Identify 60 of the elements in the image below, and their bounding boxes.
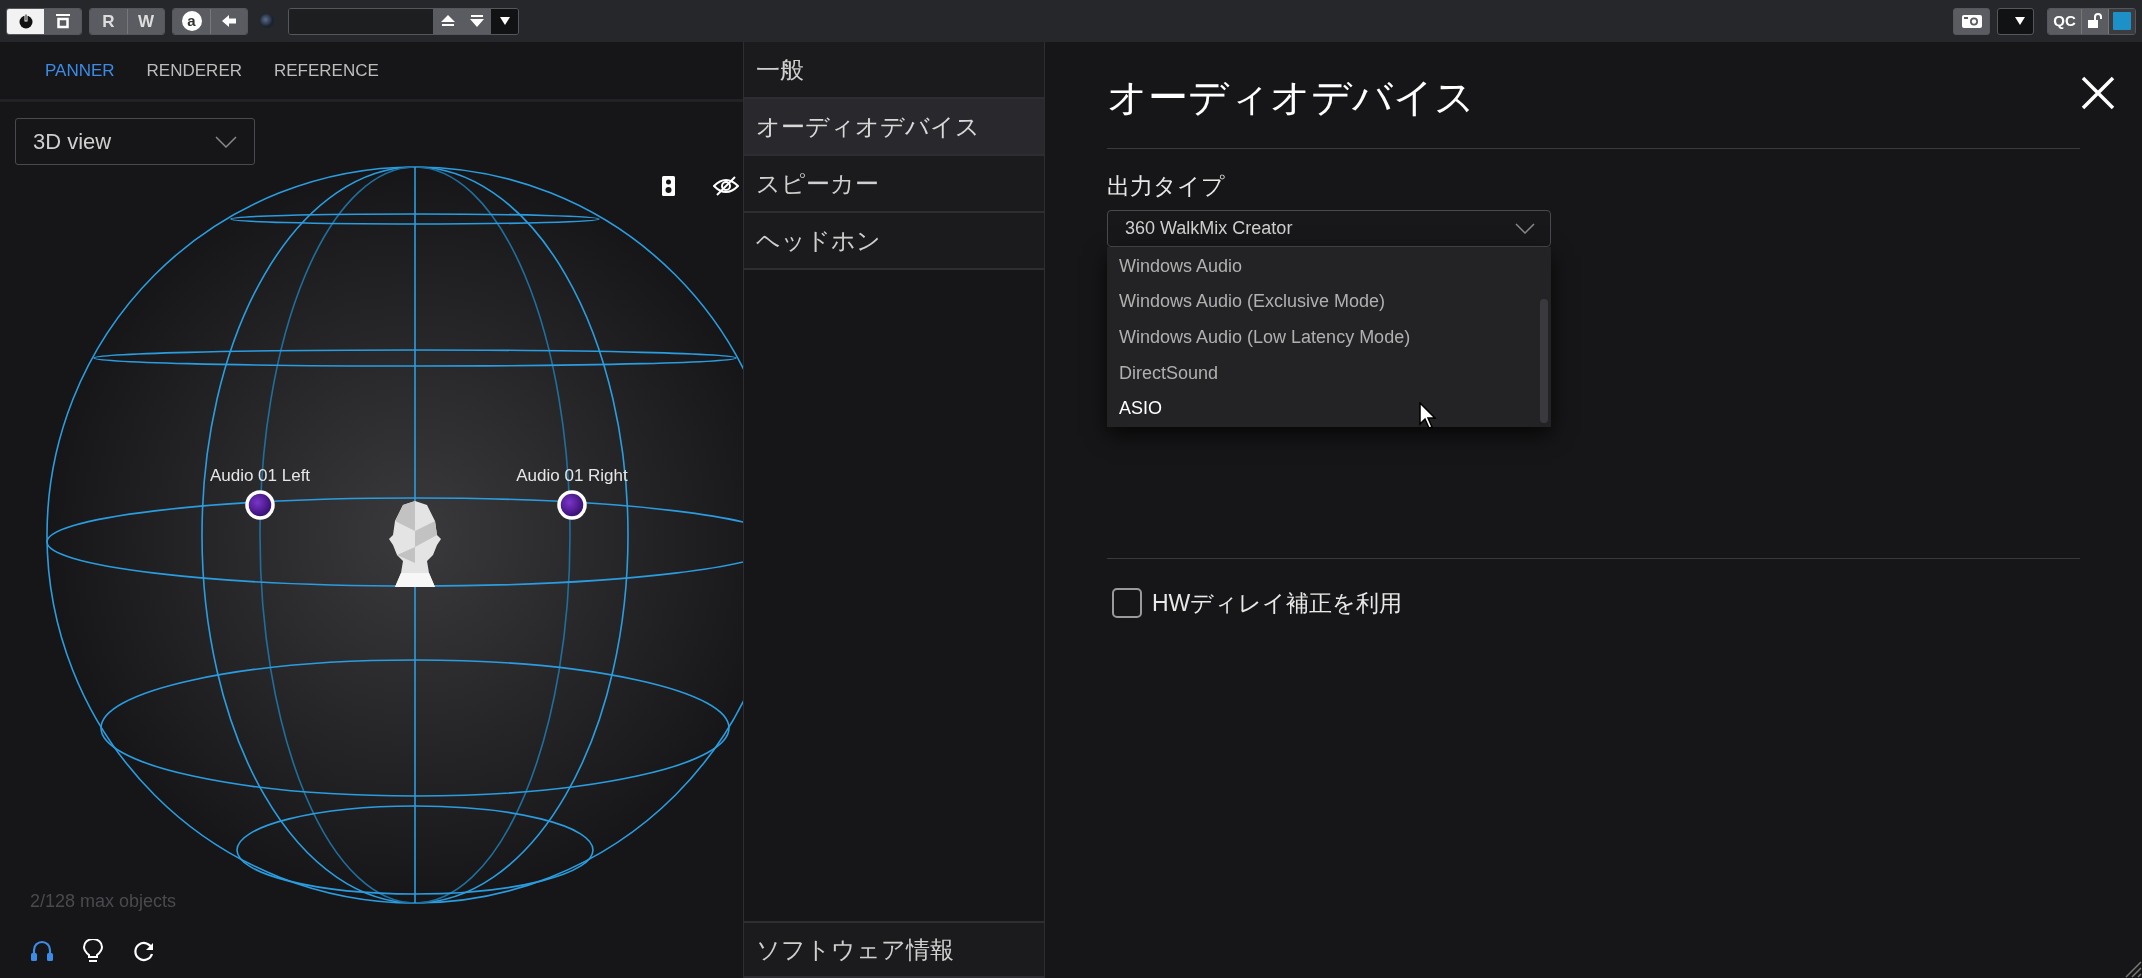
refresh-icon[interactable] [133, 940, 155, 962]
dropdown-option[interactable]: Windows Audio (Low Latency Mode) [1119, 319, 1551, 356]
left-arrow-icon [222, 15, 236, 27]
monitor-button[interactable] [44, 8, 81, 34]
preset-field[interactable] [289, 8, 433, 34]
panner-tab[interactable]: PANNER [45, 57, 115, 84]
color-button[interactable] [2108, 8, 2135, 34]
mouse-cursor-icon [1419, 402, 1439, 430]
camera-icon [1961, 14, 1982, 28]
next-preset-button[interactable] [462, 8, 491, 34]
scrollbar-thumb[interactable] [1540, 298, 1548, 423]
audio-object-marker[interactable] [556, 489, 588, 521]
unlocked-padlock-icon [2088, 13, 2102, 29]
arrow-button[interactable] [210, 8, 247, 34]
chevron-down-icon [215, 135, 237, 148]
lightbulb-icon[interactable] [83, 939, 103, 963]
lock-button[interactable] [2081, 8, 2108, 34]
chevron-down-icon [1515, 222, 1535, 234]
toolbar-button[interactable]: R [90, 8, 127, 34]
dropdown-option[interactable]: ASIO [1119, 390, 1551, 427]
up-arrow-icon [439, 14, 456, 28]
checkbox-label: HWディレイ補正を利用 [1152, 588, 1403, 618]
preset-selector[interactable] [288, 7, 519, 35]
led-indicator-icon [259, 13, 275, 29]
power-button[interactable] [7, 8, 44, 34]
panner-tab[interactable]: RENDERER [146, 57, 242, 84]
preset-menu-button[interactable] [491, 8, 518, 34]
down-arrow-icon [468, 14, 485, 28]
dropdown-option[interactable]: DirectSound [1119, 355, 1551, 391]
automation-label: a [181, 11, 202, 31]
caret-icon [2015, 17, 2025, 25]
hidden-eye-icon[interactable] [713, 175, 739, 197]
close-icon[interactable] [2081, 76, 2115, 110]
snapshot-button[interactable] [1953, 7, 1990, 35]
settings-nav-item[interactable]: ソフトウェア情報 [744, 921, 1044, 978]
dropdown-option[interactable]: Windows Audio (Exclusive Mode) [1119, 284, 1551, 320]
caret-icon [499, 17, 510, 25]
settings-nav-item[interactable]: ヘッドホン [744, 213, 1044, 270]
field-label: 出力タイプ [1107, 172, 1226, 201]
settings-nav-item[interactable]: 一般 [744, 42, 1044, 99]
panner-tab[interactable]: REFERENCE [274, 57, 379, 84]
page-title: オーディオデバイス [1107, 74, 1476, 121]
hw-delay-checkbox[interactable] [1112, 587, 1142, 618]
settings-nav-item[interactable]: オーディオデバイス [744, 99, 1044, 156]
speaker-icon[interactable] [662, 176, 675, 196]
color-swatch-icon [2113, 12, 2131, 30]
view-select[interactable]: 3D view [15, 118, 255, 165]
previous-preset-button[interactable] [433, 8, 462, 34]
power-icon [17, 13, 34, 29]
output-type-select[interactable]: 360 WalkMix Creator [1107, 209, 1551, 247]
toolbar-button[interactable]: W [127, 8, 164, 34]
options-dropdown[interactable] [1997, 7, 2034, 35]
monitor-icon [54, 13, 71, 29]
audio-object-marker[interactable] [244, 489, 276, 521]
automation-button[interactable]: a [173, 8, 210, 34]
dropdown-option[interactable]: Windows Audio [1119, 248, 1551, 285]
settings-nav-item[interactable]: スピーカー [744, 156, 1044, 213]
object-label: Audio 01 Left [209, 465, 311, 487]
headphones-icon[interactable] [31, 940, 53, 962]
qc-button[interactable]: QC [2048, 8, 2081, 34]
